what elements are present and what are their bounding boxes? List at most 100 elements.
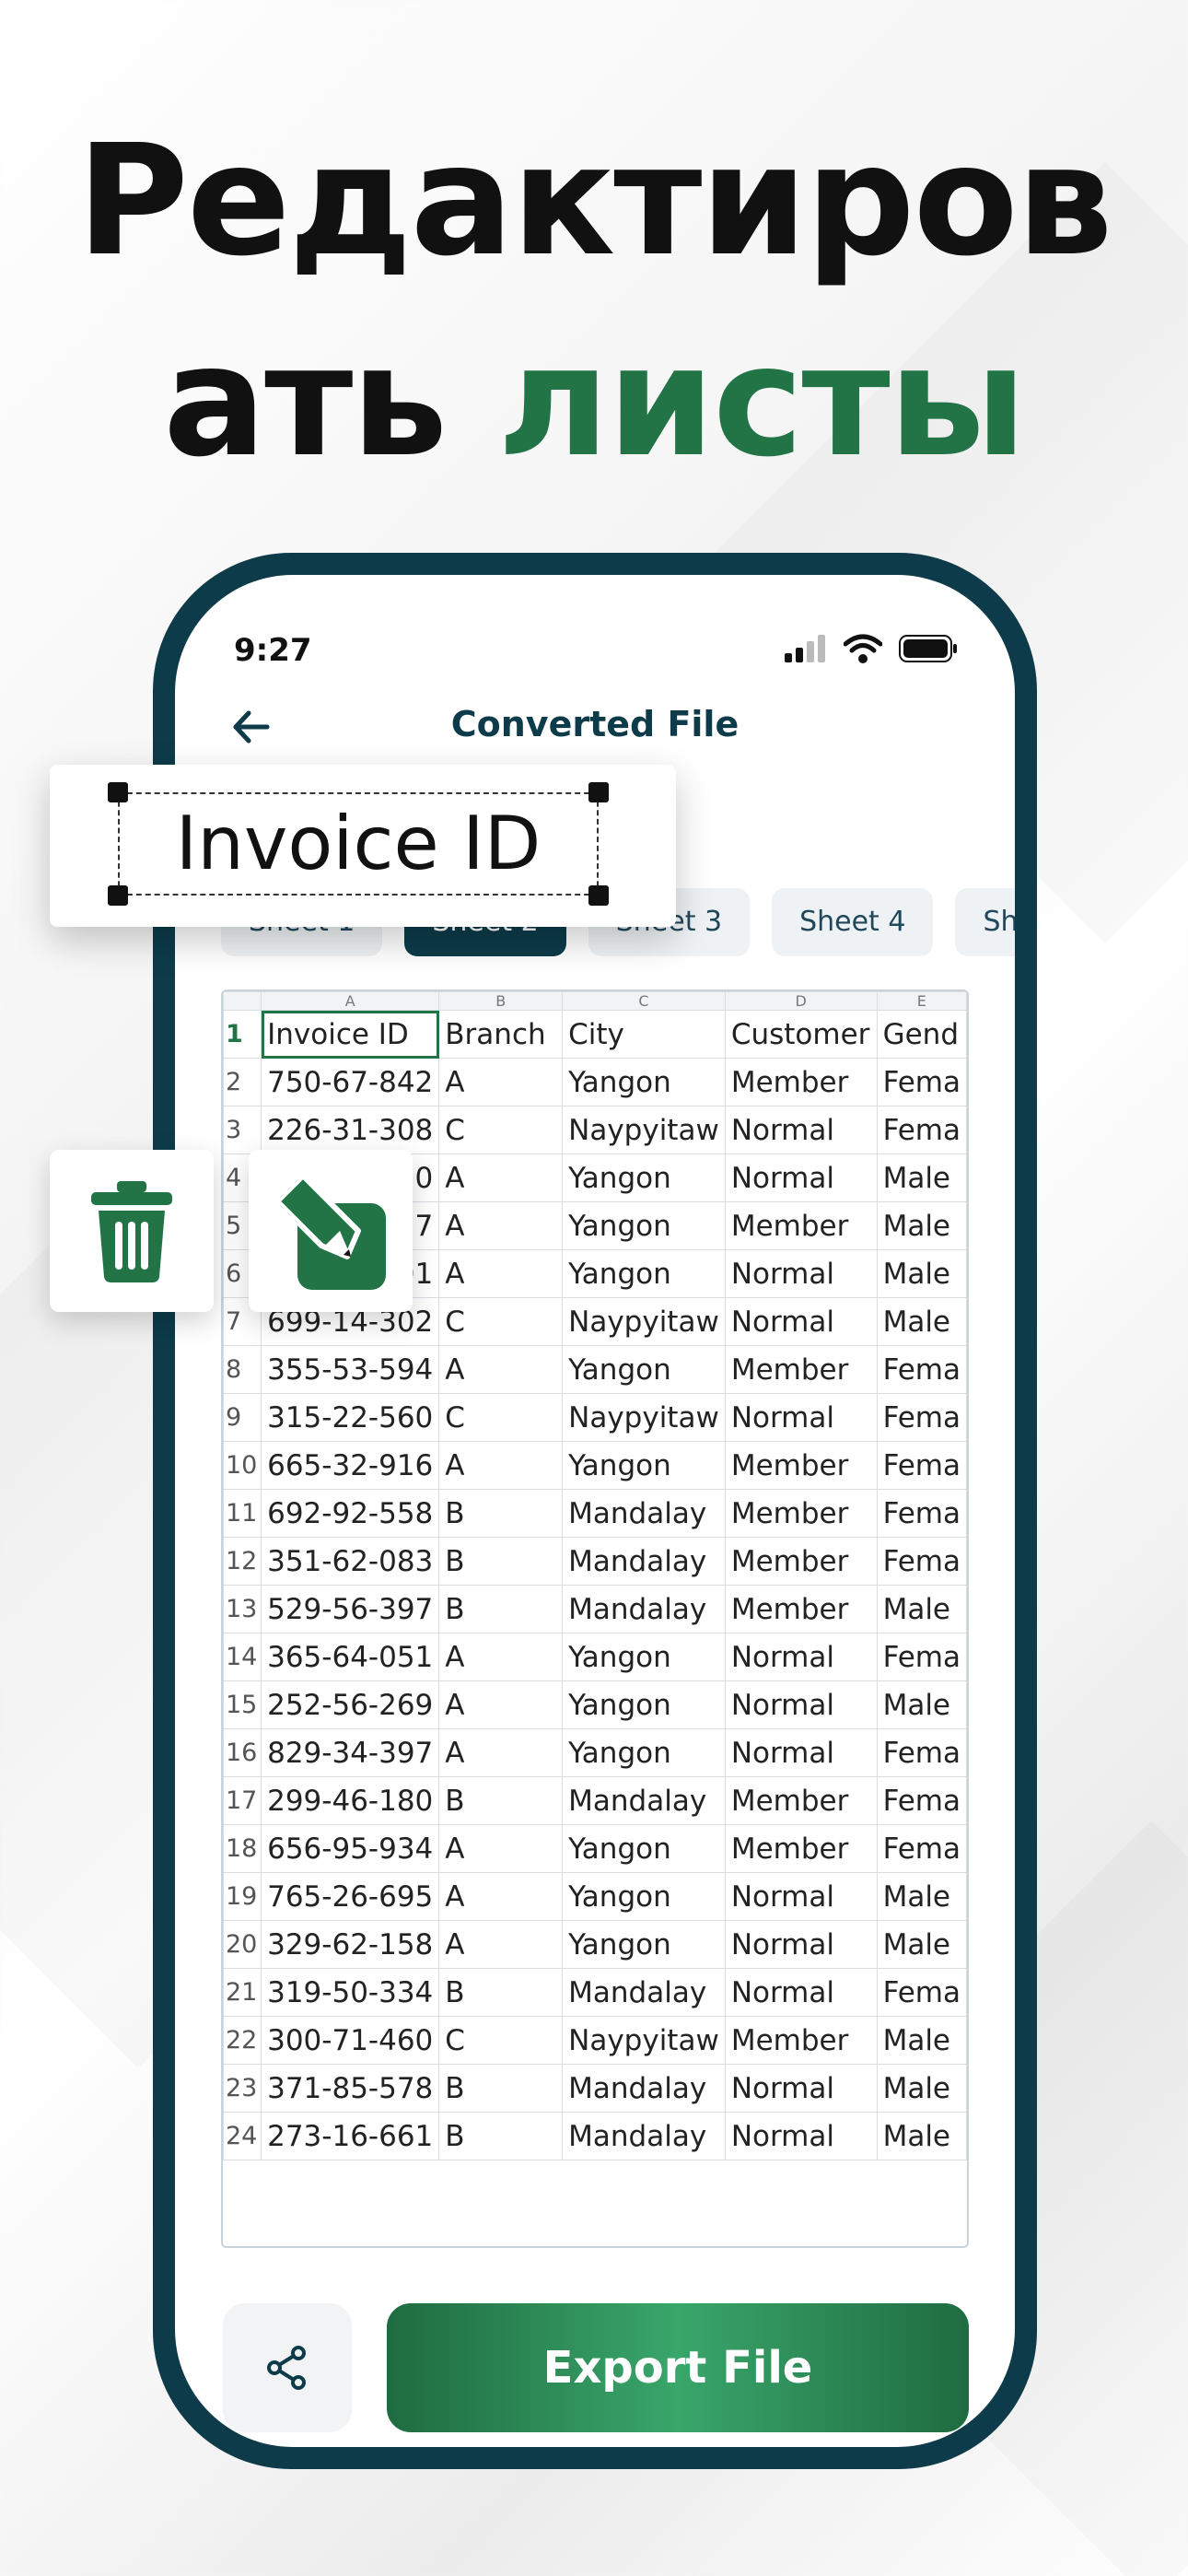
- row-number[interactable]: 24: [223, 2112, 262, 2160]
- row-number[interactable]: 14: [223, 1633, 262, 1681]
- row-number[interactable]: 13: [223, 1585, 262, 1633]
- table-cell[interactable]: Yangon: [562, 1824, 726, 1873]
- column-header[interactable]: B: [438, 991, 564, 1011]
- row-number[interactable]: 8: [223, 1345, 262, 1394]
- table-cell[interactable]: Yangon: [562, 1441, 726, 1490]
- table-cell[interactable]: Yangon: [562, 1728, 726, 1777]
- row-number[interactable]: 21: [223, 1968, 262, 2017]
- edit-button[interactable]: [249, 1150, 413, 1312]
- table-cell[interactable]: Fema: [876, 1345, 967, 1394]
- table-cell[interactable]: Naypyitaw: [562, 1106, 726, 1154]
- table-cell[interactable]: Mandalay: [562, 1489, 726, 1538]
- table-cell[interactable]: A: [438, 1249, 564, 1298]
- table-cell[interactable]: Member: [724, 1776, 878, 1825]
- table-cell[interactable]: A: [438, 1633, 564, 1681]
- table-cell[interactable]: B: [438, 1585, 564, 1633]
- table-cell[interactable]: 355-53-594: [261, 1345, 440, 1394]
- table-cell[interactable]: 299-46-180: [261, 1776, 440, 1825]
- table-cell[interactable]: Male: [876, 1872, 967, 1921]
- table-cell[interactable]: A: [438, 1728, 564, 1777]
- table-cell[interactable]: 371-85-578: [261, 2064, 440, 2113]
- table-cell[interactable]: B: [438, 1968, 564, 2017]
- table-cell[interactable]: Member: [724, 1585, 878, 1633]
- row-number[interactable]: 23: [223, 2064, 262, 2113]
- table-cell[interactable]: B: [438, 1489, 564, 1538]
- column-header[interactable]: C: [562, 991, 726, 1011]
- table-cell[interactable]: 319-50-334: [261, 1968, 440, 2017]
- table-cell[interactable]: Normal: [724, 1249, 878, 1298]
- table-cell[interactable]: Fema: [876, 1728, 967, 1777]
- export-file-button[interactable]: Export File: [387, 2303, 969, 2432]
- table-cell[interactable]: Fema: [876, 1058, 967, 1107]
- table-cell[interactable]: A: [438, 1058, 564, 1107]
- table-cell[interactable]: Normal: [724, 1297, 878, 1346]
- table-cell[interactable]: Member: [724, 1824, 878, 1873]
- table-cell[interactable]: Mandalay: [562, 1776, 726, 1825]
- row-number[interactable]: 11: [223, 1489, 262, 1538]
- table-cell[interactable]: 765-26-695: [261, 1872, 440, 1921]
- table-cell[interactable]: Fema: [876, 1106, 967, 1154]
- table-cell[interactable]: Yangon: [562, 1201, 726, 1250]
- table-cell[interactable]: B: [438, 2112, 564, 2160]
- tab-sheet-5[interactable]: Shee: [955, 888, 1015, 956]
- table-cell[interactable]: Normal: [724, 1633, 878, 1681]
- table-cell[interactable]: 750-67-842: [261, 1058, 440, 1107]
- table-cell[interactable]: B: [438, 1776, 564, 1825]
- table-cell[interactable]: 365-64-051: [261, 1633, 440, 1681]
- table-cell[interactable]: Normal: [724, 1393, 878, 1442]
- table-cell[interactable]: Male: [876, 1920, 967, 1969]
- table-cell[interactable]: Male: [876, 1153, 967, 1202]
- row-number[interactable]: 19: [223, 1872, 262, 1921]
- table-cell[interactable]: Fema: [876, 1537, 967, 1586]
- table-cell[interactable]: Normal: [724, 1872, 878, 1921]
- table-cell[interactable]: 329-62-158: [261, 1920, 440, 1969]
- table-cell[interactable]: Male: [876, 2016, 967, 2065]
- table-cell[interactable]: Yangon: [562, 1872, 726, 1921]
- table-cell[interactable]: Mandalay: [562, 1968, 726, 2017]
- table-cell[interactable]: A: [438, 1920, 564, 1969]
- table-cell[interactable]: A: [438, 1345, 564, 1394]
- row-number[interactable]: 16: [223, 1728, 262, 1777]
- table-cell[interactable]: Male: [876, 2064, 967, 2113]
- table-cell[interactable]: Normal: [724, 1968, 878, 2017]
- table-cell[interactable]: Male: [876, 1585, 967, 1633]
- table-cell[interactable]: Male: [876, 1249, 967, 1298]
- table-cell[interactable]: 692-92-558: [261, 1489, 440, 1538]
- table-cell[interactable]: Fema: [876, 1441, 967, 1490]
- table-cell[interactable]: Member: [724, 1441, 878, 1490]
- table-cell[interactable]: Yangon: [562, 1153, 726, 1202]
- table-cell[interactable]: Mandalay: [562, 2112, 726, 2160]
- table-cell[interactable]: C: [438, 2016, 564, 2065]
- column-header[interactable]: A: [261, 991, 440, 1011]
- table-cell[interactable]: Normal: [724, 1920, 878, 1969]
- row-number[interactable]: 22: [223, 2016, 262, 2065]
- table-cell[interactable]: Naypyitaw: [562, 2016, 726, 2065]
- table-cell[interactable]: Branch: [438, 1010, 564, 1059]
- table-cell[interactable]: A: [438, 1153, 564, 1202]
- table-cell[interactable]: 300-71-460: [261, 2016, 440, 2065]
- row-number[interactable]: 9: [223, 1393, 262, 1442]
- table-cell[interactable]: Naypyitaw: [562, 1297, 726, 1346]
- row-number[interactable]: 12: [223, 1537, 262, 1586]
- table-cell[interactable]: Yangon: [562, 1249, 726, 1298]
- table-cell[interactable]: Member: [724, 1058, 878, 1107]
- table-cell[interactable]: Male: [876, 1201, 967, 1250]
- table-cell[interactable]: Naypyitaw: [562, 1393, 726, 1442]
- table-cell[interactable]: Yangon: [562, 1633, 726, 1681]
- table-cell[interactable]: 252-56-269: [261, 1680, 440, 1729]
- table-cell[interactable]: Member: [724, 1537, 878, 1586]
- resize-handle[interactable]: [588, 782, 609, 802]
- table-cell[interactable]: A: [438, 1201, 564, 1250]
- table-cell[interactable]: Mandalay: [562, 2064, 726, 2113]
- table-cell[interactable]: Yangon: [562, 1345, 726, 1394]
- row-number[interactable]: 2: [223, 1058, 262, 1107]
- table-cell[interactable]: Member: [724, 1345, 878, 1394]
- table-cell[interactable]: 315-22-560: [261, 1393, 440, 1442]
- table-cell[interactable]: C: [438, 1297, 564, 1346]
- resize-handle[interactable]: [108, 885, 128, 906]
- table-cell[interactable]: Normal: [724, 2112, 878, 2160]
- table-cell[interactable]: Gend: [876, 1010, 967, 1059]
- table-cell[interactable]: B: [438, 1537, 564, 1586]
- table-cell[interactable]: 665-32-916: [261, 1441, 440, 1490]
- column-header[interactable]: E: [876, 991, 967, 1011]
